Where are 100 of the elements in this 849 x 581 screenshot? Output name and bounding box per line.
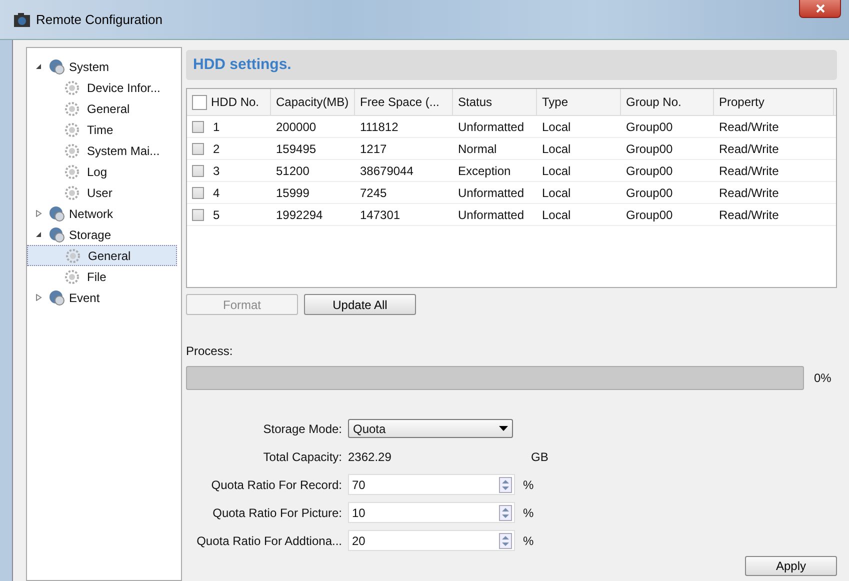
table-cell: Local [542,164,571,178]
window-title: Remote Configuration [36,12,162,27]
spinner-field[interactable]: 70 [348,474,515,495]
gear-icon [65,270,79,284]
expanded-triangle-icon[interactable] [35,231,42,238]
table-cell: 111812 [360,120,398,134]
field-label: Quota Ratio For Record: [210,478,342,492]
table-cell: 147301 [360,208,400,222]
field-label: Total Capacity: [262,450,342,464]
unit-label: % [523,534,534,548]
table-cell: Normal [458,142,497,156]
table-cell: Group00 [626,186,673,200]
table-cell: Unformatted [458,208,524,222]
globe-gear-icon [49,290,65,306]
globe-gear-icon [49,206,65,222]
tree-item[interactable]: Log [27,161,177,182]
gear-icon [65,144,79,158]
spinner-field[interactable]: 10 [348,502,515,523]
process-label: Process: [186,344,234,358]
table-cell: Unformatted [458,186,524,200]
gear-icon [65,102,79,116]
progress-reading: 0% [814,371,832,385]
column-header[interactable]: Status [453,89,537,115]
select-all-checkbox[interactable] [192,94,207,110]
tree-item[interactable]: General [27,245,177,266]
collapsed-triangle-icon[interactable] [35,294,42,301]
table-cell: Local [542,186,571,200]
unit-label: % [523,506,534,520]
column-header[interactable]: HDD No. [187,89,271,115]
tree-item[interactable]: System Mai... [27,140,177,161]
tree-item[interactable]: Event [69,290,100,304]
table-cell: Read/Write [719,208,779,222]
expanded-triangle-icon[interactable] [35,63,42,70]
spinner-arrows-icon[interactable] [499,476,512,492]
table-cell: 1 [213,120,220,134]
gear-icon [65,186,79,200]
tree-item[interactable]: Network [69,206,114,220]
action-button[interactable]: Update All [304,294,416,315]
gear-icon [66,248,80,262]
table-cell: Local [542,120,571,134]
table-cell: Group00 [626,208,673,222]
table-cell: 3 [213,164,220,178]
table-cell: 15999 [276,186,310,200]
unit-label: % [523,478,534,492]
table-cell: 1992294 [276,208,323,222]
column-header[interactable]: Group No. [621,89,714,115]
spinner-arrows-icon[interactable] [499,504,512,520]
row-checkbox[interactable] [192,120,204,132]
tree-item[interactable]: User [27,182,177,203]
table-cell: 159495 [276,142,316,156]
field-value: 2362.29 [348,450,392,464]
table-cell: Group00 [626,120,673,134]
table-cell: Read/Write [719,142,779,156]
tree-item[interactable]: System [69,60,110,74]
column-header[interactable]: Free Space (... [355,89,453,115]
table-cell: 1217 [360,142,387,156]
gear-icon [65,164,79,178]
gear-icon [65,122,79,136]
table-cell: Exception [458,164,511,178]
table-cell: Group00 [626,164,673,178]
table-cell: 4 [213,186,220,200]
column-header[interactable]: Capacity(MB) [271,89,355,115]
row-checkbox[interactable] [192,208,204,220]
tree-item[interactable]: File [27,266,177,287]
tree-item[interactable]: Storage [69,228,112,242]
table-cell: 51200 [276,164,310,178]
table-cell: 38679044 [360,164,414,178]
field-label: Quota Ratio For Picture: [212,506,342,520]
close-icon [816,4,824,13]
table-cell: Local [542,208,571,222]
close-button[interactable] [799,0,841,18]
unit-label: GB [531,450,548,464]
column-header[interactable]: Type [537,89,621,115]
storage-mode-dropdown[interactable]: Quota [348,419,513,438]
globe-gear-icon [49,58,65,74]
tree-item[interactable]: Time [27,119,177,140]
table-cell: Read/Write [719,186,779,200]
field-label: Storage Mode: [262,422,342,436]
row-checkbox[interactable] [192,186,204,198]
apply-button[interactable]: Apply [745,556,837,576]
table-cell: 200000 [276,120,316,134]
table-cell: 7245 [360,186,387,200]
table-cell: Group00 [626,142,673,156]
globe-gear-icon [49,226,65,242]
table-cell: Unformatted [458,120,524,134]
table-cell: Local [542,142,571,156]
row-checkbox[interactable] [192,142,204,154]
caret-icon [499,426,508,431]
spinner-arrows-icon[interactable] [499,532,512,548]
tree-item[interactable]: Device Infor... [27,77,177,98]
section-header: HDD settings. [186,50,837,80]
row-checkbox[interactable] [192,164,204,176]
table-cell: Read/Write [719,164,779,178]
spinner-field[interactable]: 20 [348,530,515,551]
column-header[interactable]: Property [714,89,834,115]
table-cell: 5 [213,208,220,222]
collapsed-triangle-icon[interactable] [35,210,42,217]
field-label: Quota Ratio For Addtiona... [196,534,342,548]
tree-item[interactable]: General [27,98,177,119]
gear-icon [65,80,79,94]
